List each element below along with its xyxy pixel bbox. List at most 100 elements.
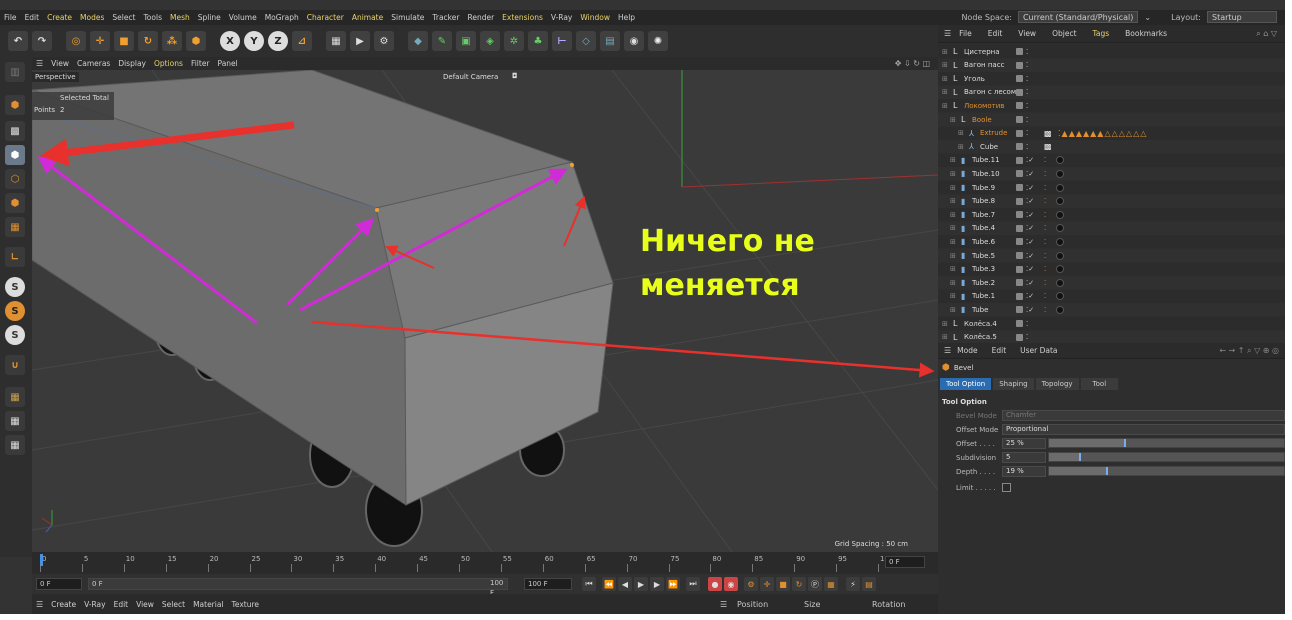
axis-mode-icon[interactable]: ∟ — [5, 247, 25, 267]
layer-tag-icon[interactable] — [1016, 61, 1023, 69]
expand-icon[interactable]: ⊞ — [950, 292, 956, 300]
y-axis-icon[interactable]: Y — [244, 31, 264, 51]
limit-checkbox[interactable] — [1002, 483, 1011, 492]
expand-icon[interactable]: ⊞ — [950, 224, 956, 232]
material-tag-icon[interactable] — [1056, 237, 1064, 246]
uv-mode-icon[interactable]: ▦ — [5, 217, 25, 237]
cube-primitive-icon[interactable]: ◆ — [408, 31, 428, 51]
object-row[interactable]: ⊞ L Цистерна ⁚ — [938, 45, 1285, 58]
offset-slider[interactable] — [1048, 438, 1285, 448]
attr-menu-mode[interactable]: Mode — [957, 346, 977, 355]
points-mode-icon[interactable]: ⬢ — [5, 145, 25, 165]
visibility-dots-icon[interactable]: ⁚✓ — [1026, 252, 1034, 260]
scheme-icon[interactable]: ⚡ — [846, 577, 860, 591]
object-manager-menu-icon[interactable]: ☰ — [944, 29, 951, 38]
coord-menu-icon[interactable]: ☰ — [720, 600, 727, 609]
object-name[interactable]: Tube.11 — [972, 156, 1000, 164]
visibility-dots-icon[interactable]: ⁚✓ — [1026, 265, 1034, 273]
z-axis-icon[interactable]: Z — [268, 31, 288, 51]
object-row[interactable]: ⊞ L Уголь ⁚ — [938, 72, 1285, 86]
object-name[interactable]: Cube — [980, 143, 998, 151]
prev-key-icon[interactable]: ⏪ — [602, 577, 616, 591]
menu-mograph[interactable]: MoGraph — [265, 13, 299, 22]
object-name[interactable]: Tube.2 — [972, 279, 995, 287]
timeline-window-icon[interactable]: ▤ — [862, 577, 876, 591]
layer-tag-icon[interactable] — [1016, 252, 1023, 259]
tab-tool-option[interactable]: Tool Option — [940, 378, 992, 390]
object-row[interactable]: ⊞ ▮ Tube.3 ⁚✓ ⁚ — [938, 262, 1285, 276]
pla-key-icon[interactable]: ▦ — [824, 577, 838, 591]
visibility-dots-icon[interactable]: ⁚✓ — [1026, 292, 1034, 300]
material-tag-icon[interactable] — [1056, 292, 1064, 301]
visibility-dots-icon[interactable]: ⁚✓ — [1026, 170, 1034, 178]
subdivision-slider[interactable] — [1048, 452, 1285, 462]
camera-icon[interactable]: ◉ — [624, 31, 644, 51]
tab-topology[interactable]: Topology — [1035, 378, 1079, 390]
solo-single-icon[interactable]: S — [5, 301, 25, 321]
selected-point-2[interactable] — [570, 163, 574, 167]
texture-tag-icon[interactable]: ▩ — [1044, 142, 1052, 151]
next-frame-icon[interactable]: ▶ — [650, 577, 664, 591]
attr-nav-icons[interactable]: ← → ↑ ⌕ ▽ ⊕ ◎ — [1219, 346, 1279, 356]
material-tag-icon[interactable] — [1056, 224, 1064, 233]
object-name[interactable]: Цистерна — [964, 48, 1000, 56]
subdivision-icon[interactable]: ▣ — [456, 31, 476, 51]
material-tag-icon[interactable] — [1056, 210, 1064, 219]
layer-tag-icon[interactable] — [1016, 197, 1023, 205]
coordinate-system-icon[interactable]: ⊿ — [292, 31, 312, 51]
material-tag-icon[interactable] — [1056, 169, 1064, 178]
redo-icon[interactable]: ↷ — [32, 31, 52, 51]
expand-icon[interactable]: ⊞ — [950, 116, 956, 124]
visibility-dots-icon[interactable]: ⁚ — [1026, 88, 1028, 96]
menu-animate[interactable]: Animate — [352, 13, 383, 22]
visibility-dots-icon[interactable]: ⁚✓ — [1026, 279, 1034, 287]
rotate-icon[interactable]: ↻ — [138, 31, 158, 51]
x-axis-icon[interactable]: X — [220, 31, 240, 51]
timeline-ruler[interactable]: 0510152025303540455055606570758085909510… — [32, 552, 938, 574]
camera-label[interactable]: Default Camera — [440, 72, 501, 82]
viewport-menu-cameras[interactable]: Cameras — [77, 59, 110, 68]
viewport-menu-display[interactable]: Display — [118, 59, 146, 68]
om-menu-object[interactable]: Object — [1052, 29, 1076, 38]
attr-menu-userdata[interactable]: User Data — [1020, 346, 1057, 355]
layer-tag-icon[interactable] — [1016, 265, 1023, 273]
tab-shaping[interactable]: Shaping — [993, 378, 1034, 390]
next-key-icon[interactable]: ⏩ — [666, 577, 680, 591]
object-name[interactable]: Tube.3 — [972, 265, 995, 273]
viewport-menu-panel[interactable]: Panel — [218, 59, 238, 68]
expand-icon[interactable]: ⊞ — [950, 265, 956, 273]
om-search-icon[interactable]: ⌕ ⌂ ▽ — [1256, 29, 1277, 39]
layer-tag-icon[interactable] — [1016, 292, 1023, 300]
expand-icon[interactable]: ⊞ — [950, 211, 956, 219]
menu-render[interactable]: Render — [467, 13, 494, 22]
phong-tag-icon[interactable]: ⁚ — [1044, 211, 1046, 219]
visibility-dots-icon[interactable]: ⁚ — [1026, 75, 1028, 83]
material-tag-icon[interactable] — [1056, 183, 1064, 192]
planar-workplane-icon[interactable]: ▦ — [5, 435, 25, 455]
phong-tag-icon[interactable]: ⁚ — [1044, 184, 1046, 192]
play-icon[interactable]: ▶ — [634, 577, 648, 591]
object-name[interactable]: Tube.5 — [972, 252, 995, 260]
object-name[interactable]: Колёса.4 — [964, 320, 997, 328]
object-name[interactable]: Extrude — [980, 129, 1007, 137]
material-menu-texture[interactable]: Texture — [232, 600, 259, 609]
material-tag-icon[interactable] — [1056, 265, 1064, 274]
position-key-icon[interactable]: ✛ — [760, 577, 774, 591]
menu-select[interactable]: Select — [112, 13, 135, 22]
object-row[interactable]: ⊞ ▮ Tube.2 ⁚✓ ⁚ — [938, 276, 1285, 290]
menu-modes[interactable]: Modes — [80, 13, 104, 22]
object-name[interactable]: Tube.9 — [972, 184, 995, 192]
material-menu-icon[interactable]: ☰ — [36, 600, 43, 609]
expand-icon[interactable]: ⊞ — [950, 279, 956, 287]
offset-field[interactable]: 25 % — [1002, 438, 1046, 449]
object-name[interactable]: Уголь — [964, 75, 985, 83]
mograph-cloner-icon[interactable]: ✲ — [504, 31, 524, 51]
selection-tag-icons[interactable]: ⁚▲▲▲▲▲▲△△△△△△ — [1058, 129, 1147, 138]
object-row[interactable]: ⊞ ▮ Tube.10 ⁚✓ ⁚ — [938, 167, 1285, 181]
phong-tag-icon[interactable]: ⁚ — [1044, 197, 1046, 205]
material-tag-icon[interactable] — [1056, 251, 1064, 260]
polygons-mode-icon[interactable]: ⬢ — [5, 193, 25, 213]
expand-icon[interactable]: ⊞ — [950, 197, 956, 205]
object-row[interactable]: ⊞ ▮ Tube.1 ⁚✓ ⁚ — [938, 289, 1285, 303]
object-name[interactable]: Вагон с лесом — [964, 88, 1016, 96]
